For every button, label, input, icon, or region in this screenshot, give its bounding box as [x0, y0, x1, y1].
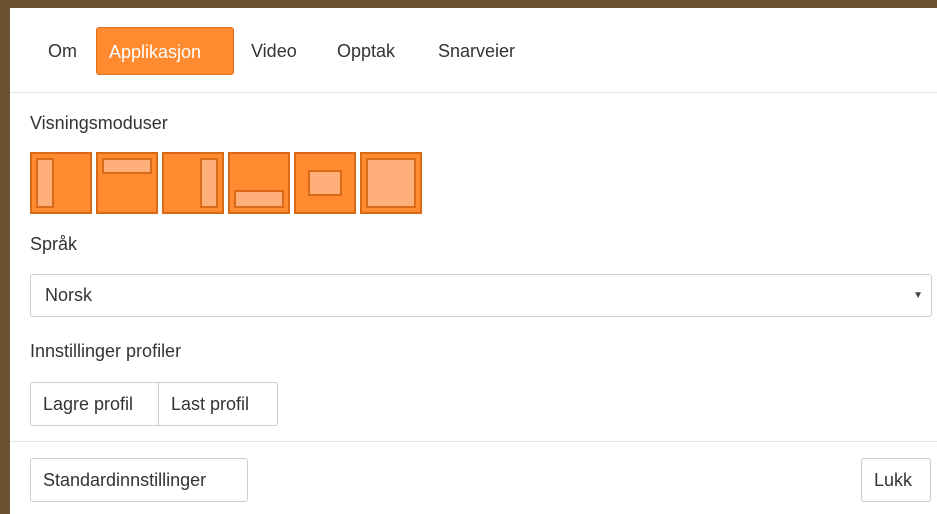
- top-panel-icon: [102, 158, 152, 174]
- caret-down-icon: ▼: [913, 290, 923, 301]
- center-panel-icon: [308, 170, 342, 196]
- tab-applikasjon[interactable]: Applikasjon: [96, 27, 234, 75]
- profiles-label: Innstillinger profiler: [30, 341, 182, 361]
- tab-video[interactable]: Video: [239, 27, 309, 75]
- bottom-panel-icon: [234, 190, 284, 208]
- language-select[interactable]: Norsk ▼: [30, 274, 932, 317]
- left-panel-icon: [36, 158, 54, 208]
- settings-dialog: Om Applikasjon Video Opptak Snarveier Vi…: [10, 8, 937, 514]
- load-profile-button[interactable]: Last profil: [158, 382, 278, 426]
- tab-om[interactable]: Om: [36, 27, 89, 75]
- full-panel-icon: [366, 158, 416, 208]
- close-button[interactable]: Lukk: [861, 458, 931, 502]
- view-mode-bottom-panel[interactable]: [228, 152, 290, 214]
- language-label: Språk: [30, 234, 78, 254]
- footer-divider: [10, 441, 937, 442]
- view-mode-center-panel[interactable]: [294, 152, 356, 214]
- view-mode-full-panel[interactable]: [360, 152, 422, 214]
- language-select-value: Norsk: [45, 285, 93, 305]
- tab-bar: Om Applikasjon Video Opptak Snarveier: [10, 8, 937, 93]
- right-panel-icon: [200, 158, 218, 208]
- view-modes-label: Visningsmoduser: [30, 113, 168, 133]
- tab-snarveier[interactable]: Snarveier: [426, 27, 527, 75]
- view-mode-top-panel[interactable]: [96, 152, 158, 214]
- view-mode-right-panel[interactable]: [162, 152, 224, 214]
- view-mode-left-panel[interactable]: [30, 152, 92, 214]
- defaults-button[interactable]: Standardinnstillinger: [30, 458, 248, 502]
- tab-opptak[interactable]: Opptak: [325, 27, 407, 75]
- save-profile-button[interactable]: Lagre profil: [30, 382, 159, 426]
